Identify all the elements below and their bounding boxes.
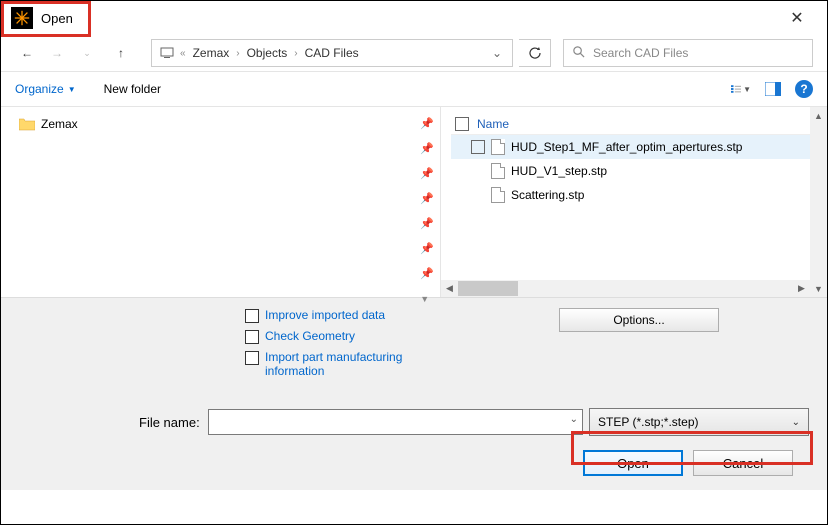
chevron-right-icon: › [294, 48, 297, 59]
opt-label: Import part manufacturing information [265, 350, 415, 378]
vertical-scrollbar[interactable]: ▲ ▼ [810, 107, 827, 297]
file-name: HUD_Step1_MF_after_optim_apertures.stp [511, 140, 742, 154]
bc-sep-icon: « [180, 48, 186, 59]
checkbox[interactable] [245, 330, 259, 344]
scroll-thumb[interactable] [458, 281, 518, 296]
view-mode-button[interactable]: ▼ [731, 79, 751, 99]
filename-label: File name: [139, 415, 200, 430]
help-icon[interactable]: ? [795, 80, 813, 98]
checkbox[interactable] [245, 351, 259, 365]
filename-input[interactable]: ⌄ [208, 409, 583, 435]
pin-icon[interactable]: 📌 [420, 213, 434, 234]
scroll-left-icon[interactable]: ◀ [441, 281, 458, 296]
scroll-down-icon[interactable]: ▼ [811, 280, 826, 297]
row-checkbox[interactable] [471, 140, 485, 154]
options-button[interactable]: Options... [559, 308, 719, 332]
chevron-down-icon: ⌄ [792, 417, 800, 428]
chevron-down-icon: ▼ [68, 85, 76, 94]
pin-icon[interactable]: 📌 [420, 163, 434, 184]
file-name: HUD_V1_step.stp [511, 164, 607, 178]
newfolder-button[interactable]: New folder [104, 82, 161, 96]
select-all-checkbox[interactable] [455, 117, 469, 131]
up-button[interactable]: ↑ [109, 41, 133, 65]
breadcrumb-bar[interactable]: « Zemax › Objects › CAD Files ⌄ [151, 39, 513, 67]
opt-improve[interactable]: Improve imported data [245, 308, 415, 323]
breadcrumb-item[interactable]: Zemax [190, 46, 233, 60]
folder-icon [19, 117, 35, 131]
file-icon [491, 187, 505, 203]
refresh-button[interactable] [519, 39, 551, 67]
pin-icon[interactable]: 📌 [420, 138, 434, 159]
column-label: Name [477, 117, 509, 131]
sidebar-item-zemax[interactable]: Zemax [1, 113, 440, 135]
filetype-value: STEP (*.stp;*.step) [598, 415, 698, 429]
close-button[interactable]: ✕ [777, 3, 817, 33]
cancel-button[interactable]: Cancel [693, 450, 793, 476]
pin-icon[interactable]: 📌 [420, 238, 434, 259]
search-icon [572, 45, 585, 61]
opt-label: Improve imported data [265, 308, 385, 322]
file-row[interactable]: HUD_V1_step.stp [451, 159, 827, 183]
sidebar: Zemax 📌 📌 📌 📌 📌 📌 📌 ▼ [1, 107, 441, 297]
search-placeholder: Search CAD Files [593, 46, 688, 60]
open-button[interactable]: Open [583, 450, 683, 476]
chevron-down-icon: ▼ [743, 85, 751, 94]
file-list: Name HUD_Step1_MF_after_optim_apertures.… [441, 107, 827, 297]
breadcrumb-dropdown[interactable]: ⌄ [488, 46, 506, 60]
opt-label: Check Geometry [265, 329, 355, 343]
breadcrumb-item[interactable]: Objects [244, 46, 291, 60]
file-icon [491, 139, 505, 155]
file-row[interactable]: HUD_Step1_MF_after_optim_apertures.stp [451, 135, 827, 159]
opt-geometry[interactable]: Check Geometry [245, 329, 415, 344]
opt-import-mfg[interactable]: Import part manufacturing information [245, 350, 415, 378]
pc-icon [158, 44, 176, 62]
forward-button[interactable]: → [45, 41, 69, 65]
pin-icon[interactable]: 📌 [420, 113, 434, 134]
pin-icon[interactable]: 📌 [420, 188, 434, 209]
scroll-up-icon[interactable]: ▲ [811, 107, 826, 124]
breadcrumb-item[interactable]: CAD Files [302, 46, 362, 60]
chevron-down-icon[interactable]: ▼ [420, 288, 434, 309]
sidebar-item-label: Zemax [41, 117, 78, 131]
horizontal-scrollbar[interactable]: ◀ ▶ [441, 280, 810, 297]
checkbox[interactable] [245, 309, 259, 323]
file-row[interactable]: Scattering.stp [451, 183, 827, 207]
back-button[interactable]: ← [15, 41, 39, 65]
organize-button[interactable]: Organize▼ [15, 82, 76, 96]
column-header-name[interactable]: Name [451, 113, 827, 135]
scroll-right-icon[interactable]: ▶ [793, 281, 810, 296]
chevron-down-icon[interactable]: ⌄ [570, 414, 578, 425]
window-title: Open [41, 11, 73, 26]
recent-dropdown[interactable]: ⌄ [75, 41, 99, 65]
pin-icon[interactable]: 📌 [420, 263, 434, 284]
app-icon [11, 7, 33, 29]
file-icon [491, 163, 505, 179]
filetype-select[interactable]: STEP (*.stp;*.step) ⌄ [589, 408, 809, 436]
preview-pane-button[interactable] [763, 79, 783, 99]
search-input[interactable]: Search CAD Files [563, 39, 813, 67]
file-name: Scattering.stp [511, 188, 584, 202]
chevron-right-icon: › [236, 48, 239, 59]
